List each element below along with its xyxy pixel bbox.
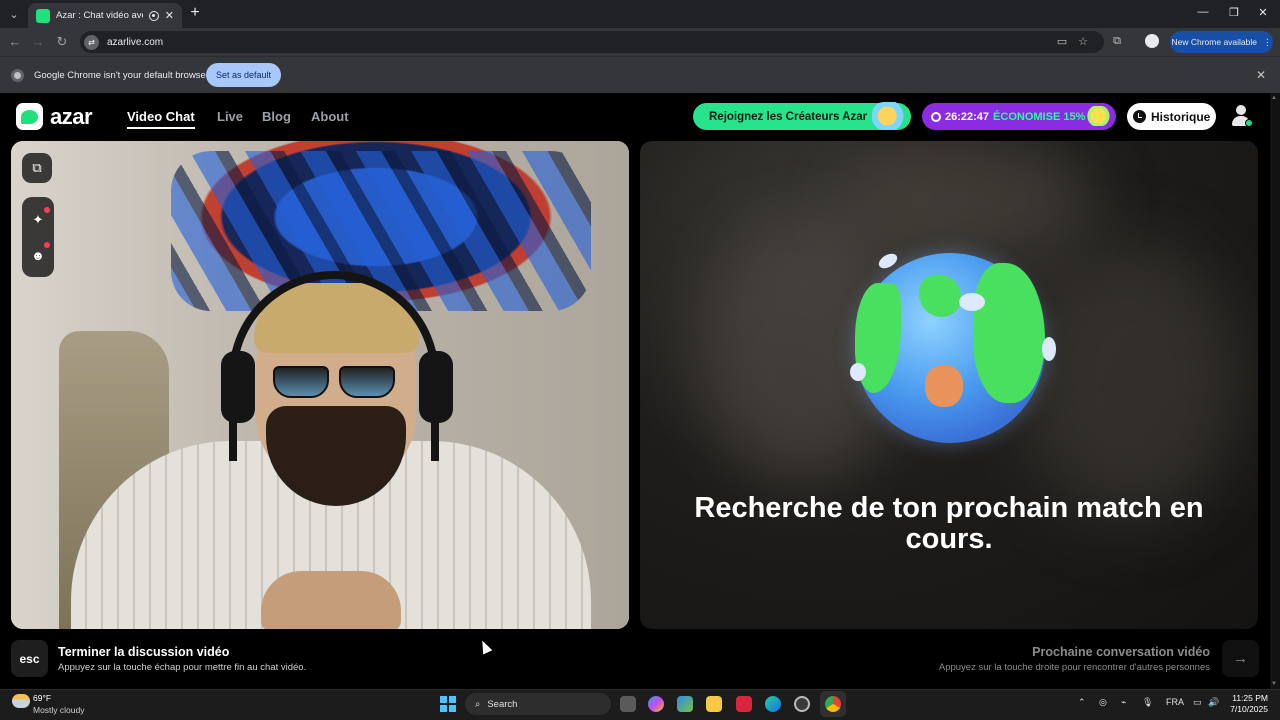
site-info-icon[interactable]: ⇄ bbox=[84, 34, 99, 50]
nav-blog[interactable]: Blog bbox=[262, 109, 291, 124]
user-account-icon[interactable] bbox=[1230, 105, 1253, 127]
next-chat-arrow-button[interactable]: → bbox=[1222, 640, 1259, 677]
azar-logo-text[interactable]: azar bbox=[50, 104, 93, 130]
new-chrome-label: New Chrome available bbox=[1171, 37, 1257, 47]
join-creators-label: Rejoignez les Créateurs Azar bbox=[709, 110, 868, 123]
minimize-icon[interactable]: — bbox=[1196, 6, 1210, 18]
partner-video-panel: Recherche de ton prochain match en cours… bbox=[640, 141, 1258, 629]
reload-icon[interactable]: ↻ bbox=[54, 34, 70, 50]
promo-gems-icon bbox=[1083, 106, 1111, 126]
esc-key-button[interactable]: esc bbox=[11, 640, 48, 677]
chrome-logo-icon bbox=[11, 69, 24, 82]
address-bar[interactable]: ⇄ azarlive.com bbox=[80, 31, 1104, 53]
page-scrollbar[interactable] bbox=[1270, 93, 1280, 689]
tab-close-icon[interactable]: ✕ bbox=[165, 9, 174, 22]
history-button[interactable]: Historique bbox=[1127, 103, 1216, 130]
promo-timer: 26:22:47 bbox=[945, 110, 990, 123]
edge-browser-icon[interactable] bbox=[765, 696, 781, 712]
promo-discount-text: ÉCONOMISE 15% bbox=[993, 110, 1086, 123]
input-language[interactable]: FRA bbox=[1166, 697, 1184, 707]
menu-dots-icon: ⋮ bbox=[1263, 36, 1272, 47]
taskbar-search-box[interactable]: ⌕ Search bbox=[465, 693, 611, 715]
swap-view-icon[interactable]: ⧉ bbox=[22, 153, 52, 183]
mask-notification-dot bbox=[44, 242, 50, 248]
bookmark-star-icon[interactable]: ☆ bbox=[1076, 35, 1090, 48]
creators-camera-icon bbox=[872, 102, 910, 130]
new-chrome-available-button[interactable]: New Chrome available ⋮ bbox=[1170, 31, 1273, 53]
globe-icon bbox=[855, 253, 1045, 443]
infobar-close-icon[interactable]: ✕ bbox=[1256, 68, 1266, 82]
volume-icon[interactable]: 🔊 bbox=[1208, 697, 1219, 708]
history-clock-icon bbox=[1133, 110, 1146, 123]
tray-overflow-chevron-icon[interactable]: ⌃ bbox=[1078, 697, 1086, 708]
profile-avatar-icon[interactable] bbox=[1145, 34, 1159, 48]
microsoft-store-icon[interactable] bbox=[677, 696, 693, 712]
end-chat-title: Terminer la discussion vidéo bbox=[58, 645, 230, 659]
effects-notification-dot bbox=[44, 207, 50, 213]
infobar-message: Google Chrome isn't your default browser bbox=[34, 70, 210, 81]
tab-search-chevron-icon[interactable]: ⌄ bbox=[4, 4, 24, 24]
taskbar-clock[interactable]: 11:25 PM 7/10/2025 bbox=[1226, 693, 1268, 715]
tab-title: Azar : Chat vidéo avec de n bbox=[56, 10, 143, 21]
extensions-icon[interactable]: ⧉ bbox=[1110, 35, 1124, 48]
wps-office-icon[interactable] bbox=[736, 696, 752, 712]
windows-taskbar bbox=[0, 689, 1280, 720]
searching-match-text: Recherche de ton prochain match en cours… bbox=[694, 492, 1204, 555]
file-explorer-icon[interactable] bbox=[706, 696, 722, 712]
chrome-taskbar-icon[interactable] bbox=[825, 696, 841, 712]
scroll-up-arrow-icon[interactable]: ▲ bbox=[1271, 95, 1277, 101]
close-window-icon[interactable]: ✕ bbox=[1256, 6, 1270, 19]
next-chat-hint: Appuyez sur la touche droite pour rencon… bbox=[938, 662, 1210, 673]
nav-about[interactable]: About bbox=[311, 109, 349, 124]
scroll-down-arrow-icon[interactable]: ▼ bbox=[1271, 681, 1277, 687]
history-label: Historique bbox=[1151, 109, 1211, 124]
search-icon: ⌕ bbox=[475, 698, 481, 710]
windows-start-icon[interactable] bbox=[440, 696, 456, 712]
azar-logo-icon[interactable] bbox=[16, 103, 43, 130]
microphone-icon[interactable]: 🎙 bbox=[1142, 697, 1153, 708]
restore-icon[interactable]: ❐ bbox=[1227, 6, 1241, 19]
cast-icon[interactable]: ▭ bbox=[1055, 35, 1069, 48]
end-chat-hint: Appuyez sur la touche échap pour mettre … bbox=[58, 662, 307, 673]
self-video-panel bbox=[11, 141, 629, 629]
new-tab-button[interactable]: + bbox=[187, 5, 203, 21]
next-chat-title: Prochaine conversation vidéo bbox=[1032, 645, 1210, 659]
copilot-icon[interactable] bbox=[648, 696, 664, 712]
taskbar-search-placeholder: Search bbox=[487, 698, 518, 710]
weather-cloud-icon[interactable] bbox=[12, 694, 30, 708]
recording-indicator-icon bbox=[148, 10, 159, 21]
back-icon[interactable]: ← bbox=[7, 34, 23, 50]
forward-icon[interactable]: → bbox=[30, 34, 46, 50]
tray-network-icon[interactable]: ⌁ bbox=[1121, 697, 1126, 708]
display-icon[interactable]: ▭ bbox=[1193, 697, 1202, 708]
weather-condition[interactable]: Mostly cloudy bbox=[33, 705, 85, 715]
weather-temperature[interactable]: 69°F bbox=[33, 693, 51, 703]
task-view-icon[interactable] bbox=[620, 696, 636, 712]
url-text: azarlive.com bbox=[107, 36, 164, 48]
nav-live[interactable]: Live bbox=[217, 109, 243, 124]
azar-favicon-icon bbox=[36, 8, 50, 23]
nav-video-chat[interactable]: Video Chat bbox=[127, 109, 195, 129]
browser-tab[interactable]: Azar : Chat vidéo avec de n ✕ bbox=[28, 3, 182, 28]
clock-icon bbox=[931, 111, 941, 122]
set-as-default-button[interactable]: Set as default bbox=[206, 63, 281, 87]
tray-app-icon[interactable]: ◎ bbox=[1099, 697, 1107, 708]
settings-app-icon[interactable] bbox=[794, 696, 810, 712]
clock-time: 11:25 PM bbox=[1232, 693, 1268, 703]
clock-date: 7/10/2025 bbox=[1230, 704, 1268, 714]
